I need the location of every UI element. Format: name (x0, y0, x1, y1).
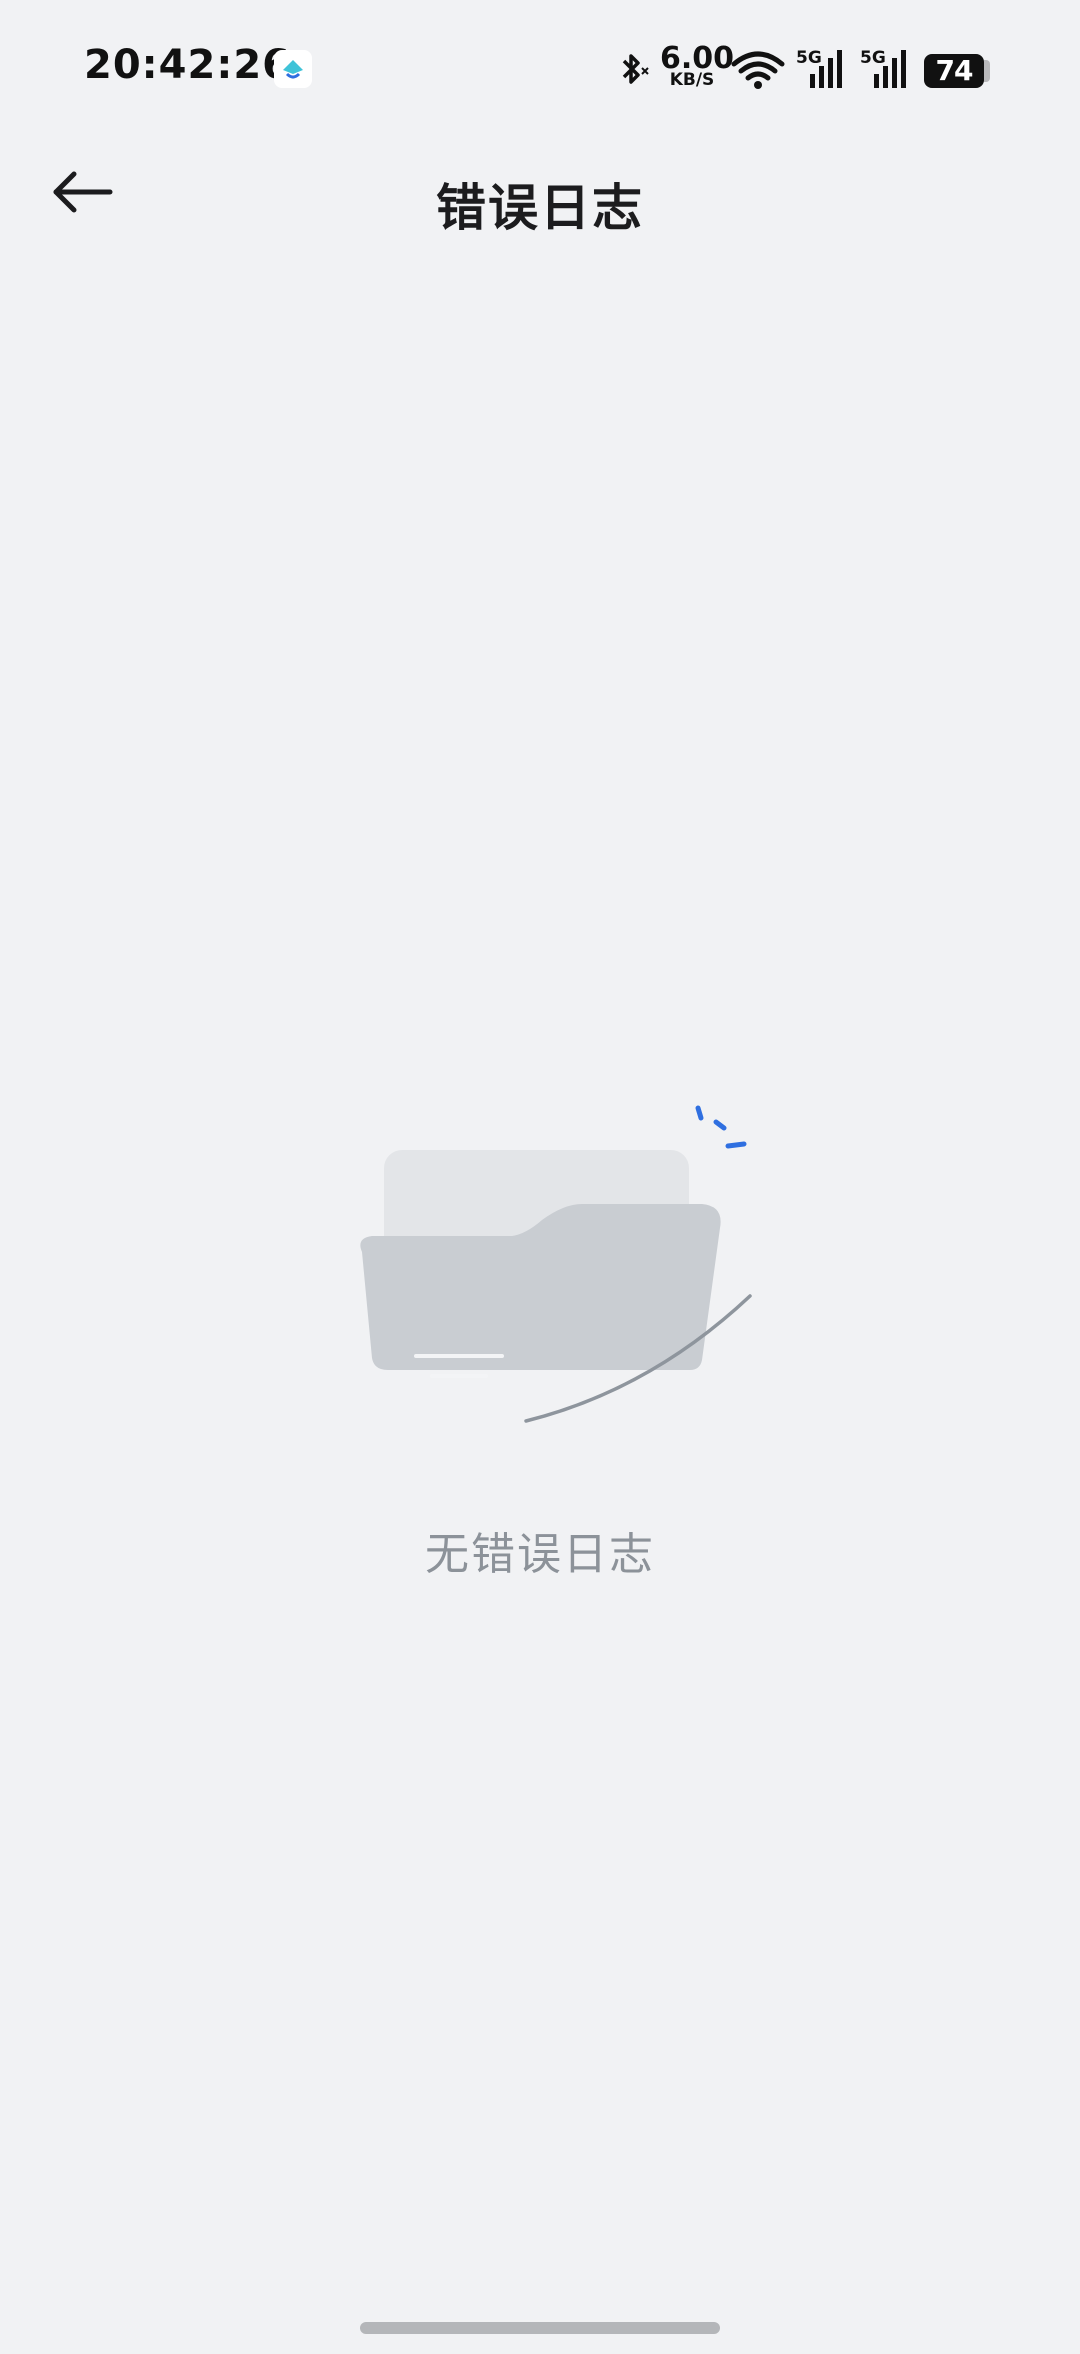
empty-folder-icon (350, 1100, 760, 1430)
status-time: 20:42:26 (84, 42, 291, 88)
battery-level: 74 (935, 54, 974, 87)
page-title: 错误日志 (436, 179, 644, 237)
bluetooth-icon (612, 50, 652, 94)
wifi-icon (730, 50, 786, 94)
battery-icon: 74 (924, 54, 984, 88)
empty-state-message: 无错误日志 (425, 1529, 655, 1580)
app-notification-icon (274, 50, 312, 88)
network-speed: 6.00 KB/S (660, 44, 734, 89)
app-header: 错误日志 (0, 140, 1080, 260)
status-bar: 20:42:26 6.00 KB/S 5G 5G 74 (0, 0, 1080, 140)
home-indicator[interactable] (360, 2322, 720, 2334)
battery-tip (984, 60, 990, 82)
